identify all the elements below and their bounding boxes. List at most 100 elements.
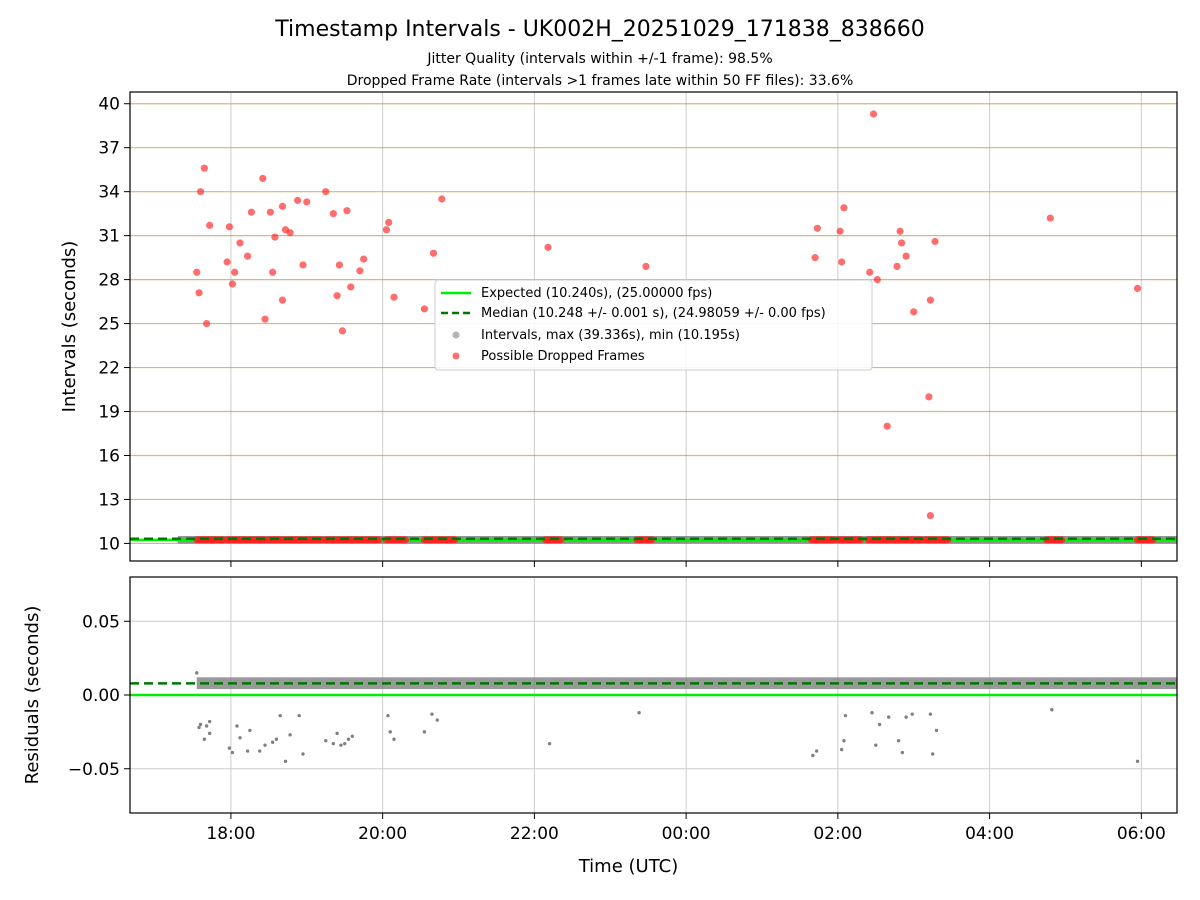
residual-point <box>297 713 301 718</box>
dropped-point <box>225 223 233 231</box>
dropped-point <box>303 198 311 206</box>
top-y-tick-label: 40 <box>98 95 120 115</box>
bottom-x-tick-label: 20:00 <box>358 824 407 844</box>
dropped-point <box>299 261 307 269</box>
dropped-point <box>873 276 881 284</box>
dropped-point <box>897 239 906 247</box>
bottom-x-tick-label: 22:00 <box>510 824 559 844</box>
dropped-point <box>195 289 203 297</box>
dropped-point <box>294 196 302 205</box>
chart-title: Timestamp Intervals - UK002H_20251029_17… <box>274 17 924 42</box>
dropped-point <box>261 315 269 323</box>
dropped-point <box>247 208 255 216</box>
dropped-point <box>343 207 351 215</box>
dropped-point <box>278 202 287 210</box>
residual-point <box>388 730 392 734</box>
bottom-x-tick-label: 04:00 <box>965 824 1014 844</box>
figure: Timestamp Intervals - UK002H_20251029_17… <box>0 0 1200 900</box>
residual-point <box>274 737 279 741</box>
legend-median-label: Median (10.248 +/- 0.001 s), (24.98059 +… <box>481 306 826 321</box>
bottom-x-tick-label: 06:00 <box>1117 824 1166 844</box>
bottom-y-tick-label: −0.05 <box>68 760 120 780</box>
residual-point <box>843 713 848 718</box>
residual-point <box>204 724 209 728</box>
dropped-point <box>438 195 446 203</box>
residual-point <box>283 759 288 764</box>
dropped-point <box>1046 214 1054 222</box>
dropped-point <box>259 174 267 183</box>
residual-point <box>896 739 901 743</box>
dropped-point <box>338 327 347 335</box>
dropped-point <box>203 319 211 328</box>
residual-point <box>1050 708 1054 712</box>
residual-point <box>198 722 203 727</box>
dropped-point <box>286 229 294 237</box>
residual-point <box>637 711 641 715</box>
residual-point <box>886 715 891 719</box>
top-y-tick-label: 22 <box>98 359 120 379</box>
dropped-point <box>231 268 239 276</box>
bottom-x-tick-label: 18:00 <box>206 824 255 844</box>
residual-point <box>910 712 914 716</box>
dropped-point <box>228 280 237 288</box>
residual-point <box>904 715 908 719</box>
residual-point <box>238 736 242 740</box>
dropped-point <box>925 393 933 401</box>
legend: Expected (10.240s), (25.00000 fps) Media… <box>434 279 873 371</box>
legend-intervals-swatch <box>452 331 460 339</box>
top-y-tick-label: 31 <box>98 227 120 247</box>
residual-point <box>335 731 339 736</box>
residual-point <box>386 713 390 718</box>
bottom-y-tick-label: 0.00 <box>82 686 120 706</box>
residual-point <box>245 749 250 753</box>
dropped-point <box>200 164 208 172</box>
residual-point <box>263 743 267 747</box>
dropped-point <box>866 268 874 276</box>
top-y-axis-label: Intervals (seconds) <box>59 241 80 413</box>
residual-point <box>248 728 252 733</box>
residual-point <box>874 743 878 747</box>
top-y-tick-label: 34 <box>98 183 120 203</box>
dropped-point <box>902 252 910 260</box>
residual-point <box>343 741 347 746</box>
residual-point <box>346 737 351 741</box>
residual-point <box>877 722 882 727</box>
dropped-point <box>356 267 364 275</box>
dropped-point <box>1133 284 1142 292</box>
residual-point <box>931 752 935 756</box>
top-y-tick-label: 13 <box>98 490 120 510</box>
legend-dropped-swatch <box>452 352 460 360</box>
residual-point <box>301 752 305 756</box>
residual-point <box>258 749 262 753</box>
top-y-tick-label: 37 <box>98 139 120 159</box>
dropped-point <box>360 255 368 263</box>
top-y-tick-label: 16 <box>98 446 120 466</box>
residual-point <box>392 737 396 741</box>
dropped-point <box>813 224 821 232</box>
dropped-point <box>271 233 279 241</box>
subtitle-line-2: Dropped Frame Rate (intervals >1 frames … <box>347 73 854 89</box>
residual-point <box>350 734 354 738</box>
residual-point <box>934 728 939 733</box>
residual-point <box>811 753 815 758</box>
residual-point <box>339 743 343 747</box>
dropped-point <box>243 252 252 260</box>
dropped-point <box>811 254 819 262</box>
dropped-point <box>896 227 904 235</box>
dropped-point <box>223 258 231 266</box>
residual-point <box>814 749 819 753</box>
residual-point <box>195 671 199 675</box>
residual-point <box>230 750 235 755</box>
bottom-x-tick-label: 02:00 <box>813 824 862 844</box>
residual-point <box>227 746 232 750</box>
dropped-point <box>869 110 878 118</box>
residual-point <box>928 712 933 716</box>
bottom-y-axis-label: Residuals (seconds) <box>22 606 43 785</box>
residual-point <box>842 739 846 743</box>
dropped-point <box>347 283 355 291</box>
dropped-point <box>926 296 935 304</box>
dropped-point <box>329 210 337 218</box>
bottom-x-tick-label: 00:00 <box>662 824 711 844</box>
dropped-point <box>544 243 552 251</box>
dropped-point <box>269 268 277 276</box>
